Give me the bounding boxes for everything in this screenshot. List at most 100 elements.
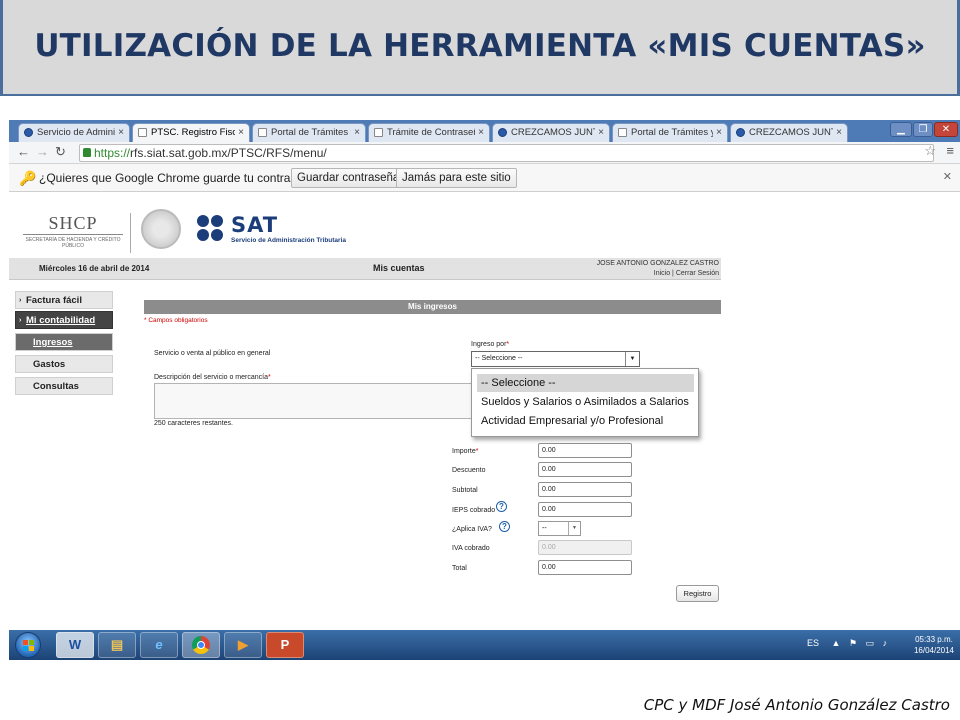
forward-arrow-icon[interactable]: → <box>36 144 49 159</box>
descuento-input[interactable]: 0.00 <box>538 462 632 477</box>
tab-portal-1[interactable]: Portal de Trámites y S × <box>252 123 366 142</box>
slide: UTILIZACIÓN DE LA HERRAMIENTA «MIS CUENT… <box>0 0 960 720</box>
close-icon[interactable]: × <box>118 124 124 141</box>
tab-ptsc[interactable]: PTSC. Registro Fiscal S × <box>132 123 250 142</box>
tab-servicio[interactable]: Servicio de Administra × <box>18 123 130 142</box>
volume-icon[interactable]: ♪ <box>883 638 888 648</box>
logo-divider <box>130 213 131 253</box>
close-icon[interactable]: × <box>478 124 484 141</box>
menu-item-factura-facil[interactable]: › Factura fácil <box>15 291 113 309</box>
chevron-right-icon: › <box>19 317 22 324</box>
clock-time: 05:33 p.m. <box>915 635 953 644</box>
ingreso-dropdown-list: -- Seleccione -- Sueldos y Salarios o As… <box>471 368 699 437</box>
menu-item-gastos[interactable]: Gastos <box>15 355 113 373</box>
author-footer: CPC y MDF José Antonio González Castro <box>643 696 950 714</box>
word-app-icon[interactable]: W <box>56 632 94 658</box>
system-tray: ES ▲ ⚑ ▭ ♪ <box>807 638 887 649</box>
total-input[interactable]: 0.00 <box>538 560 632 575</box>
ie-app-icon[interactable]: e <box>140 632 178 658</box>
tab-crezcamos-1[interactable]: CREZCAMOS JUNTOS × <box>492 123 610 142</box>
ieps-label: IEPS cobrado <box>452 507 496 514</box>
importe-label: Importe* <box>452 448 479 455</box>
descuento-label: Descuento <box>452 467 486 474</box>
caret-down-icon: ▼ <box>568 522 580 535</box>
windows-logo-icon <box>23 640 35 652</box>
key-icon: 🔑 <box>19 170 37 186</box>
sat-logo: SAT Servicio de Administración Tributari… <box>197 213 377 249</box>
menu-item-ingresos[interactable]: Ingresos <box>15 333 113 351</box>
close-icon[interactable]: × <box>354 124 360 141</box>
reload-icon[interactable]: ↻ <box>55 144 66 160</box>
sat-favicon-icon <box>24 128 33 137</box>
close-icon[interactable]: × <box>598 124 604 141</box>
chrome-app-icon[interactable] <box>182 632 220 658</box>
registro-button[interactable]: Registro <box>676 585 719 602</box>
back-arrow-icon[interactable]: ← <box>17 144 30 159</box>
help-icon[interactable]: ? <box>496 501 507 512</box>
user-info: JOSE ANTONIO GONZALEZ CASTRO Inicio | Ce… <box>597 259 719 279</box>
page-favicon-icon <box>618 128 627 137</box>
page-content: SHCP SECRETARÍA DE HACIENDA Y CRÉDITO PÚ… <box>9 193 960 630</box>
sat-favicon-icon <box>736 128 745 137</box>
browser-screenshot: Servicio de Administra × PTSC. Registro … <box>9 120 960 660</box>
aplica-iva-select[interactable]: -- ▼ <box>538 521 581 536</box>
sat-dots-icon <box>197 215 225 243</box>
caret-down-icon: ▼ <box>625 352 639 366</box>
clock-date: 16/04/2014 <box>913 646 954 655</box>
iva-cobrado-label: IVA cobrado <box>452 545 490 552</box>
close-icon[interactable]: × <box>836 124 842 141</box>
folder-app-icon[interactable]: ▤ <box>98 632 136 658</box>
tab-crezcamos-2[interactable]: CREZCAMOS JUNTOS × <box>730 123 848 142</box>
subtotal-input[interactable]: 0.00 <box>538 482 632 497</box>
menu-item-consultas[interactable]: Consultas <box>15 377 113 395</box>
menu-item-mi-contabilidad[interactable]: › Mi contabilidad <box>15 311 113 329</box>
page-favicon-icon <box>258 128 267 137</box>
media-player-app-icon[interactable]: ▶ <box>224 632 262 658</box>
ingreso-select[interactable]: -- Seleccione -- ▼ <box>471 351 640 367</box>
ieps-input[interactable]: 0.00 <box>538 502 632 517</box>
close-window-button[interactable]: ✕ <box>934 122 958 137</box>
save-password-button[interactable]: Guardar contraseña <box>291 168 406 188</box>
servicio-label: Servicio o venta al público en general <box>154 350 271 357</box>
close-icon[interactable]: × <box>238 124 244 141</box>
lock-icon <box>83 148 91 157</box>
chrome-logo-icon <box>192 636 210 654</box>
minimize-button[interactable]: ▁ <box>890 122 912 137</box>
chars-remaining: 250 caracteres restantes. <box>154 420 233 427</box>
tab-strip: Servicio de Administra × PTSC. Registro … <box>9 120 960 142</box>
page-favicon-icon <box>138 128 147 137</box>
never-save-button[interactable]: Jamás para este sitio <box>396 168 517 188</box>
required-note: * Campos obligatorios <box>144 317 208 324</box>
menu-icon[interactable]: ≡ <box>946 143 954 158</box>
clock[interactable]: 05:33 p.m. 16/04/2014 <box>914 634 954 656</box>
dropdown-option[interactable]: -- Seleccione -- <box>477 374 694 392</box>
maximize-button[interactable]: ❐ <box>913 122 933 137</box>
close-icon[interactable]: ✕ <box>943 170 952 183</box>
close-icon[interactable]: × <box>716 124 722 141</box>
tab-portal-2[interactable]: Portal de Trámites y Se × <box>612 123 728 142</box>
bookmark-star-icon[interactable]: ☆ <box>924 143 936 159</box>
user-links[interactable]: Inicio | Cerrar Sesión <box>597 269 719 279</box>
descripcion-label: Descripción del servicio o mercancía* <box>154 374 271 381</box>
language-indicator[interactable]: ES <box>807 638 819 648</box>
sat-favicon-icon <box>498 128 507 137</box>
subtotal-label: Subtotal <box>452 487 478 494</box>
start-button[interactable] <box>15 632 41 658</box>
network-icon[interactable]: ▭ <box>866 638 875 648</box>
chevron-up-icon[interactable]: ▲ <box>832 638 841 648</box>
chevron-right-icon: › <box>19 297 22 304</box>
powerpoint-app-icon[interactable]: P <box>266 632 304 658</box>
dropdown-option[interactable]: Sueldos y Salarios o Asimilados a Salari… <box>477 393 694 411</box>
url-input[interactable]: https://rfs.siat.sat.gob.mx/PTSC/RFS/men… <box>79 144 934 162</box>
user-name: JOSE ANTONIO GONZALEZ CASTRO <box>596 260 719 267</box>
title-banner: UTILIZACIÓN DE LA HERRAMIENTA «MIS CUENT… <box>0 0 960 96</box>
help-icon[interactable]: ? <box>499 521 510 532</box>
iva-cobrado-input: 0.00 <box>538 540 632 555</box>
tab-tramite[interactable]: Trámite de Contraseña × <box>368 123 490 142</box>
descripcion-textarea[interactable] <box>154 383 472 419</box>
flag-icon[interactable]: ⚑ <box>849 638 857 648</box>
dropdown-option[interactable]: Actividad Empresarial y/o Profesional <box>477 412 694 430</box>
importe-input[interactable]: 0.00 <box>538 443 632 458</box>
aplica-iva-label: ¿Aplica IVA? <box>452 526 492 533</box>
total-label: Total <box>452 565 467 572</box>
